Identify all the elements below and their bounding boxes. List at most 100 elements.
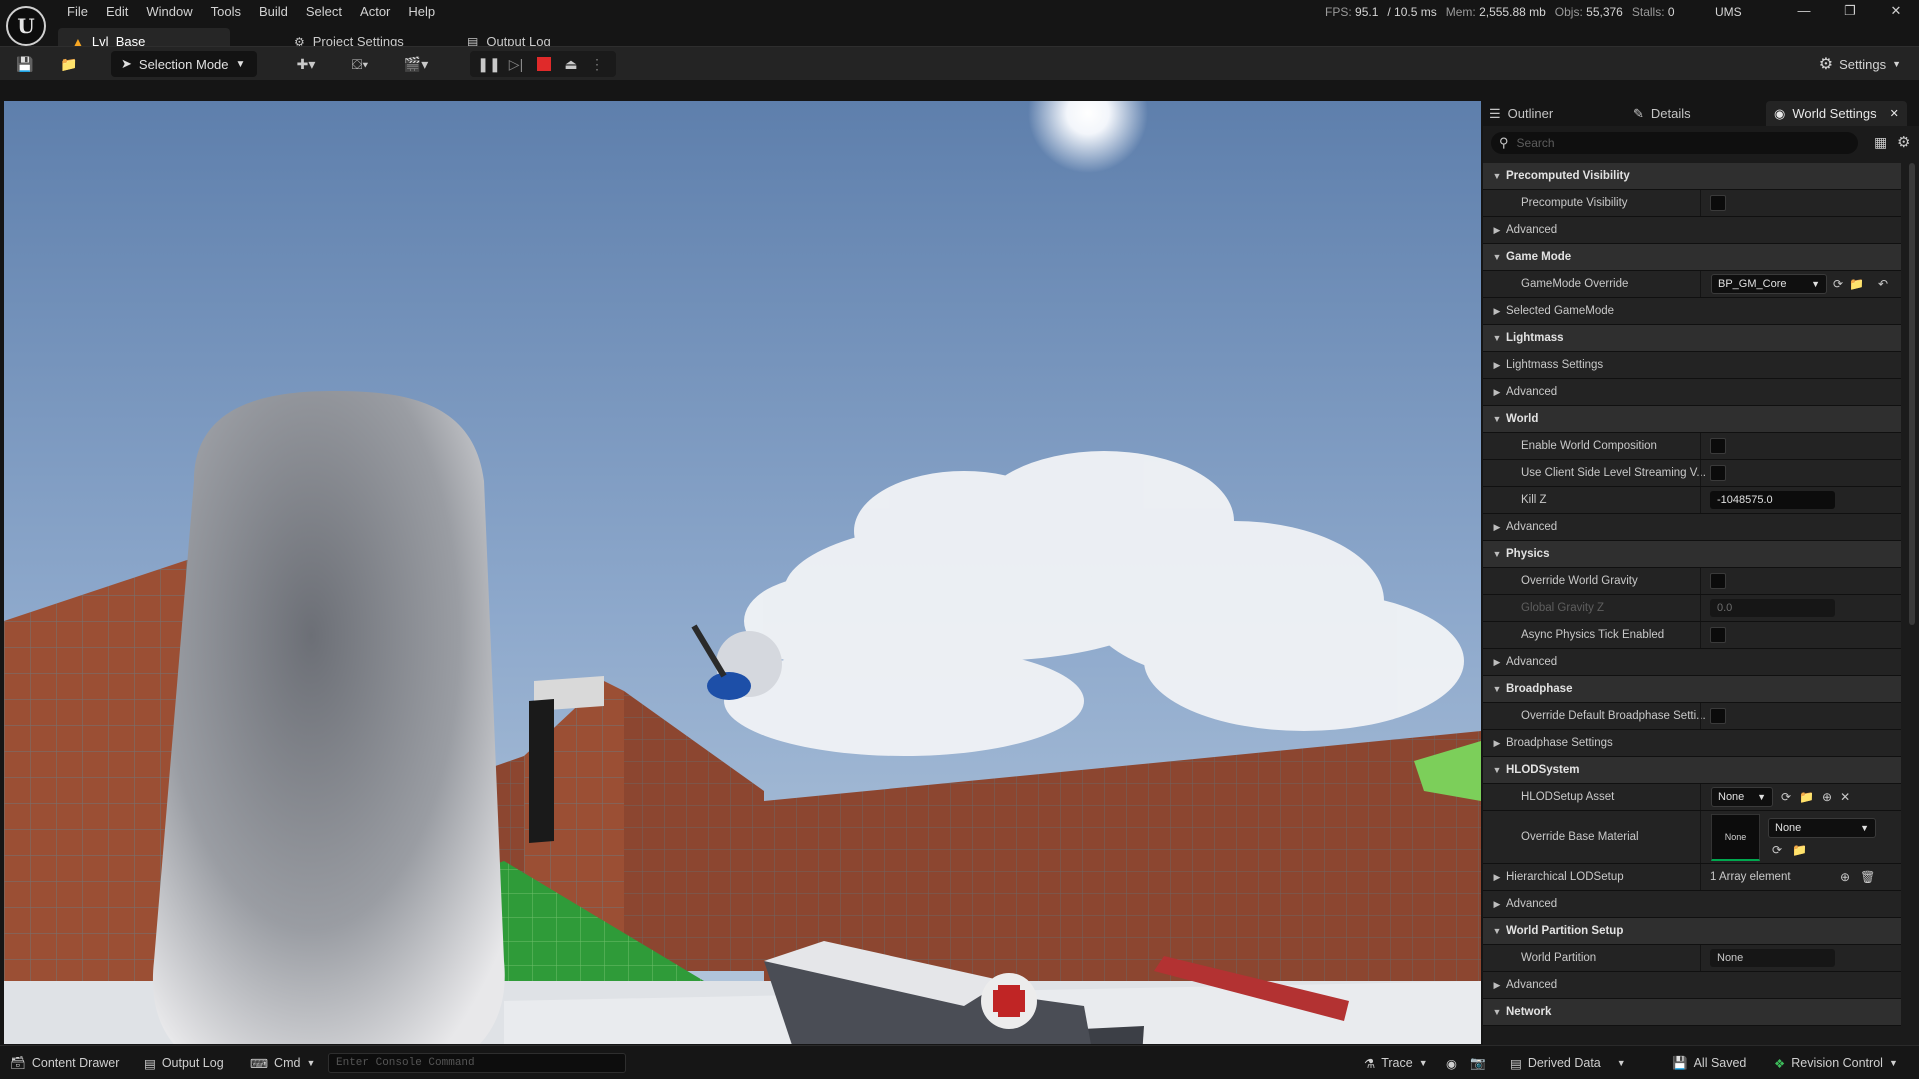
category-world-partition-setup[interactable]: ▼ World Partition Setup <box>1483 918 1901 945</box>
trash-icon[interactable]: 🗑 <box>1860 870 1875 884</box>
more-options-icon[interactable]: ⋮ <box>590 52 604 76</box>
restore-icon[interactable]: ❐ <box>1827 0 1873 24</box>
all-saved-button[interactable]: 💾 All Saved <box>1672 1046 1746 1079</box>
add-element-icon[interactable]: ⊕ <box>1840 870 1850 884</box>
prop-enable-world-composition: Enable World Composition <box>1483 433 1901 460</box>
browse-icon[interactable]: 📁 <box>1792 843 1807 857</box>
settings-button[interactable]: ⚙ Settings ▼ <box>1819 54 1901 74</box>
output-log-button[interactable]: ▤ Output Log <box>144 1046 224 1079</box>
category-physics[interactable]: ▼ Physics <box>1483 541 1901 568</box>
prop-kill-z: Kill Z -1048575.0 <box>1483 487 1901 514</box>
prop-advanced[interactable]: ▶ Advanced <box>1483 217 1901 244</box>
prop-advanced[interactable]: ▶ Advanced <box>1483 649 1901 676</box>
category-lightmass[interactable]: ▼ Lightmass <box>1483 325 1901 352</box>
tab-world-settings[interactable]: ◉ World Settings ✕ <box>1766 101 1907 126</box>
console-command-input[interactable] <box>328 1053 626 1073</box>
log-icon: ▤ <box>144 1056 156 1071</box>
category-game-mode[interactable]: ▼ Game Mode <box>1483 244 1901 271</box>
close-tab-icon[interactable]: ✕ <box>1890 107 1899 120</box>
prop-advanced[interactable]: ▶ Advanced <box>1483 972 1901 999</box>
content-drawer-button[interactable]: 🗃 Content Drawer <box>10 1046 119 1079</box>
step-icon[interactable]: ▷| <box>505 52 527 76</box>
menu-tools[interactable]: Tools <box>202 3 250 23</box>
camera-icon[interactable]: 📷 <box>1470 1046 1486 1079</box>
category-broadphase[interactable]: ▼ Broadphase <box>1483 676 1901 703</box>
eject-icon[interactable]: ⏏ <box>560 52 582 76</box>
table-view-icon[interactable]: ▦ <box>1874 134 1887 151</box>
gamemode-override-dropdown[interactable]: BP_GM_Core ▼ <box>1711 274 1827 294</box>
property-list: ▼ Precomputed Visibility Precompute Visi… <box>1483 163 1901 1026</box>
caret-down-icon: ▼ <box>1492 171 1502 181</box>
reset-icon[interactable]: ↶ <box>1878 277 1888 291</box>
use-selected-icon[interactable]: ⟳ <box>1772 843 1782 857</box>
caret-right-icon: ▶ <box>1493 386 1501 397</box>
record-icon[interactable]: ◉ <box>1446 1046 1457 1079</box>
minimize-icon[interactable]: — <box>1781 0 1827 24</box>
browse-icon[interactable]: 📁 <box>1849 277 1864 291</box>
save-icon[interactable]: 💾 <box>14 52 36 76</box>
enable-world-composition-checkbox[interactable] <box>1710 438 1726 454</box>
menu-edit[interactable]: Edit <box>97 3 137 23</box>
add-actor-icon[interactable]: ✚▾ <box>288 52 324 76</box>
list-icon: ☰ <box>1489 105 1501 121</box>
cinematics-icon[interactable]: 🎬▾ <box>398 52 434 76</box>
category-precomputed-visibility[interactable]: ▼ Precomputed Visibility <box>1483 163 1901 190</box>
category-world[interactable]: ▼ World <box>1483 406 1901 433</box>
category-hlod-system[interactable]: ▼ HLODSystem <box>1483 757 1901 784</box>
browse-icon[interactable]: 📁 <box>58 52 80 76</box>
search-input[interactable] <box>1516 136 1837 150</box>
clear-icon[interactable]: ✕ <box>1840 790 1850 804</box>
prop-gamemode-override: GameMode Override BP_GM_Core ▼ ⟳ 📁 ↶ <box>1483 271 1901 298</box>
cmd-dropdown[interactable]: ⌨ Cmd ▼ <box>250 1046 315 1079</box>
material-thumbnail[interactable]: None <box>1711 813 1760 861</box>
gear-icon[interactable]: ⚙ <box>1897 133 1910 151</box>
drawer-icon: 🗃 <box>10 1055 26 1070</box>
details-scrollbar[interactable] <box>1909 163 1915 625</box>
menu-help[interactable]: Help <box>399 3 444 23</box>
level-viewport[interactable] <box>4 101 1481 1044</box>
fps-stat: FPS: 95.1 <box>1325 5 1379 19</box>
prop-hierarchical-lod-setup[interactable]: ▶ Hierarchical LODSetup 1 Array element … <box>1483 864 1901 891</box>
prop-broadphase-settings[interactable]: ▶ Broadphase Settings <box>1483 730 1901 757</box>
prop-advanced[interactable]: ▶ Advanced <box>1483 891 1901 918</box>
unreal-logo-icon[interactable]: U <box>6 6 46 46</box>
prop-use-client-side-streaming: Use Client Side Level Streaming V... <box>1483 460 1901 487</box>
override-world-gravity-checkbox[interactable] <box>1710 573 1726 589</box>
use-selected-icon[interactable]: ⟳ <box>1781 790 1791 804</box>
derived-data-dropdown[interactable]: ▤ Derived Data ▼ <box>1510 1046 1626 1079</box>
precompute-visibility-checkbox[interactable] <box>1710 195 1726 211</box>
pause-icon[interactable]: ❚❚ <box>477 52 500 76</box>
override-base-material-dropdown[interactable]: None ▼ <box>1768 817 1876 838</box>
add-icon[interactable]: ⊕ <box>1822 790 1832 804</box>
stop-icon[interactable] <box>533 52 555 76</box>
tab-details[interactable]: ✎ Details <box>1633 101 1691 126</box>
menu-window[interactable]: Window <box>137 3 201 23</box>
async-physics-checkbox[interactable] <box>1710 627 1726 643</box>
prop-lightmass-settings[interactable]: ▶ Lightmass Settings <box>1483 352 1901 379</box>
gear-icon: ⚙ <box>1818 56 1834 73</box>
menu-file[interactable]: File <box>58 3 97 23</box>
selection-mode-dropdown[interactable]: ➤ Selection Mode ▼ <box>111 51 257 77</box>
blueprint-icon[interactable]: ⛋▾ <box>342 52 378 76</box>
menu-build[interactable]: Build <box>250 3 297 23</box>
revision-control-dropdown[interactable]: ❖ Revision Control ▼ <box>1774 1046 1898 1079</box>
use-client-side-checkbox[interactable] <box>1710 465 1726 481</box>
prop-advanced[interactable]: ▶ Advanced <box>1483 379 1901 406</box>
use-selected-icon[interactable]: ⟳ <box>1833 277 1843 291</box>
stalls-stat: Stalls: 0 <box>1631 5 1675 19</box>
menu-actor[interactable]: Actor <box>351 3 399 23</box>
trace-dropdown[interactable]: ⚗ Trace ▼ <box>1364 1046 1428 1079</box>
override-broadphase-checkbox[interactable] <box>1710 708 1726 724</box>
prop-hlod-setup-asset: HLODSetup Asset None ▼ ⟳ 📁 ⊕ ✕ <box>1483 784 1901 811</box>
close-window-icon[interactable]: ✕ <box>1873 0 1919 24</box>
kill-z-input[interactable]: -1048575.0 <box>1710 491 1835 509</box>
tab-outliner[interactable]: ☰ Outliner <box>1489 101 1553 126</box>
prop-selected-gamemode[interactable]: ▶ Selected GameMode <box>1483 298 1901 325</box>
category-network[interactable]: ▼ Network <box>1483 999 1901 1026</box>
prop-advanced[interactable]: ▶ Advanced <box>1483 514 1901 541</box>
menu-select[interactable]: Select <box>297 3 351 23</box>
search-row: ⚲ ▦ ⚙ <box>1483 129 1919 159</box>
hlod-setup-dropdown[interactable]: None ▼ <box>1711 787 1773 807</box>
caret-right-icon: ▶ <box>1493 871 1501 882</box>
browse-icon[interactable]: 📁 <box>1799 790 1814 804</box>
